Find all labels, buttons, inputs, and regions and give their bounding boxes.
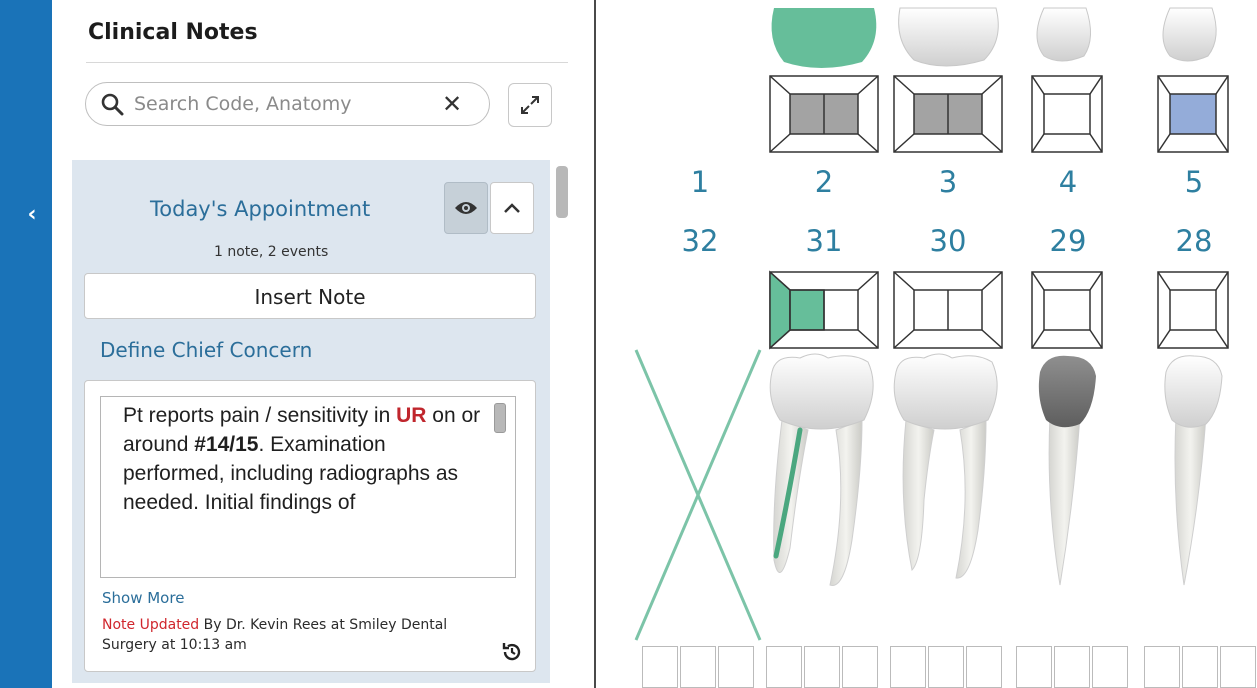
search-box: ✕	[85, 82, 490, 126]
tooth-number-3[interactable]: 3	[918, 165, 978, 199]
note-text: Pt reports pain / sensitivity in UR on o…	[123, 404, 481, 514]
insert-note-button[interactable]: Insert Note	[84, 273, 536, 319]
surface-box-28[interactable]	[1157, 271, 1229, 349]
history-icon[interactable]	[500, 640, 524, 664]
search-input[interactable]	[132, 92, 436, 116]
tooth-number-28[interactable]: 28	[1164, 224, 1224, 258]
tooth-number-29[interactable]: 29	[1038, 224, 1098, 258]
probing-cell[interactable]	[1092, 646, 1128, 688]
eye-icon	[455, 202, 477, 214]
probing-cell[interactable]	[804, 646, 840, 688]
title-divider	[86, 62, 568, 63]
region-highlight: UR	[396, 404, 427, 427]
tooth-29[interactable]	[1038, 355, 1096, 586]
tooth-number-4[interactable]: 4	[1038, 165, 1098, 199]
probing-cell[interactable]	[842, 646, 878, 688]
surface-box-30[interactable]	[893, 271, 1003, 349]
tooth-31[interactable]	[769, 353, 874, 586]
probing-cell[interactable]	[1144, 646, 1180, 688]
note-text-area[interactable]: Pt reports pain / sensitivity in UR on o…	[100, 396, 516, 578]
toggle-visibility-button[interactable]	[444, 182, 488, 234]
probing-cell[interactable]	[642, 646, 678, 688]
appointment-summary: 1 note, 2 events	[214, 244, 329, 260]
tooth-number-31[interactable]: 31	[794, 224, 854, 258]
tooth-number-5[interactable]: 5	[1164, 165, 1224, 199]
probing-cell[interactable]	[1016, 646, 1052, 688]
chevron-up-icon	[504, 203, 520, 213]
surface-box-5[interactable]	[1157, 75, 1229, 153]
panel-title: Clinical Notes	[88, 20, 258, 45]
tooth-number-1[interactable]: 1	[670, 165, 730, 199]
surface-box-29[interactable]	[1031, 271, 1103, 349]
section-title: Define Chief Concern	[100, 338, 313, 362]
expand-icon	[521, 96, 539, 114]
tooth-4-upper[interactable]	[1036, 7, 1091, 62]
appointment-title: Today's Appointment	[150, 197, 371, 221]
tooth-3-upper[interactable]	[898, 7, 999, 67]
missing-tooth-32-mark	[634, 349, 762, 641]
probing-cell[interactable]	[718, 646, 754, 688]
note-scrollbar[interactable]	[494, 403, 506, 433]
note-updated-label: Note Updated	[102, 617, 200, 633]
tooth-highlight: #14/15	[194, 433, 259, 456]
surface-box-4[interactable]	[1031, 75, 1103, 153]
side-rail	[0, 0, 52, 688]
tooth-2-upper[interactable]	[771, 8, 877, 68]
tooth-number-30[interactable]: 30	[918, 224, 978, 258]
tooth-number-2[interactable]: 2	[794, 165, 854, 199]
tooth-number-32[interactable]: 32	[670, 224, 730, 258]
surface-box-3[interactable]	[893, 75, 1003, 153]
clear-search-icon[interactable]: ✕	[442, 90, 462, 118]
collapse-panel-chevron-left-icon[interactable]: ‹	[22, 199, 42, 229]
tooth-chart	[634, 7, 1229, 641]
tooth-5-upper[interactable]	[1162, 7, 1217, 62]
probing-cell[interactable]	[766, 646, 802, 688]
show-more-link[interactable]: Show More	[102, 589, 184, 607]
expand-button[interactable]	[508, 83, 552, 127]
probing-cell[interactable]	[966, 646, 1002, 688]
note-updated-info: Note Updated By Dr. Kevin Rees at Smiley…	[102, 617, 448, 653]
probing-cell[interactable]	[1054, 646, 1090, 688]
surface-box-31[interactable]	[769, 270, 879, 350]
probing-cell[interactable]	[1182, 646, 1218, 688]
probing-cell[interactable]	[890, 646, 926, 688]
surface-box-2[interactable]	[769, 75, 879, 153]
collapse-button[interactable]	[490, 182, 534, 234]
probing-cell[interactable]	[680, 646, 716, 688]
probing-cell[interactable]	[928, 646, 964, 688]
tooth-28[interactable]	[1164, 355, 1223, 586]
tooth-30[interactable]	[893, 353, 998, 579]
notes-scrollbar[interactable]	[556, 166, 568, 218]
search-icon	[101, 93, 124, 116]
probing-cell[interactable]	[1220, 646, 1256, 688]
